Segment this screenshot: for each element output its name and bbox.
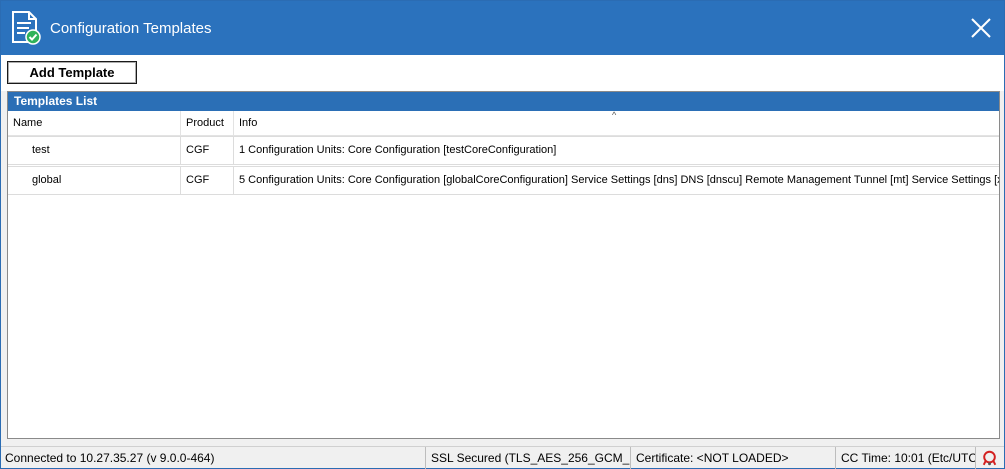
close-icon[interactable] [968,15,994,41]
add-template-button[interactable]: Add Template [7,61,137,84]
row-info-cell: 1 Configuration Units: Core Configuratio… [233,137,999,164]
table-row-global[interactable]: global CGF 5 Configuration Units: Core C… [8,166,999,195]
row-product-cell: CGF [180,167,233,194]
row-info-cell: 5 Configuration Units: Core Configuratio… [233,167,999,194]
row-name-cell: test [32,144,50,156]
row-product-cell: CGF [180,137,233,164]
connection-status-icon[interactable] [975,447,1004,469]
toolbar: Add Template [1,55,1004,91]
sort-indicator-icon: ^ [612,110,617,120]
window-title: Configuration Templates [50,20,212,37]
configuration-templates-window: Configuration Templates Add Template Tem… [0,0,1005,469]
column-header-product[interactable]: Product [180,111,233,135]
status-bar: Connected to 10.27.35.27 (v 9.0.0-464) S… [1,446,1004,469]
certificate-status: Certificate: <NOT LOADED> [630,447,835,469]
panel-title: Templates List [8,92,999,111]
title-bar[interactable]: Configuration Templates [1,1,1004,55]
grid-header: Name Product Info [8,111,999,136]
table-row-test[interactable]: test CGF 1 Configuration Units: Core Con… [8,136,999,165]
templates-list-panel: Templates List Name Product Info ^ test … [7,91,1000,439]
ssl-status: SSL Secured (TLS_AES_256_GCM_SHA [425,447,630,469]
row-name-cell: global [32,174,62,186]
cc-time: CC Time: 10:01 (Etc/UTC) [835,447,975,469]
document-check-icon [12,11,41,45]
connection-status: Connected to 10.27.35.27 (v 9.0.0-464) [5,451,215,465]
column-header-name[interactable]: Name [8,111,180,135]
